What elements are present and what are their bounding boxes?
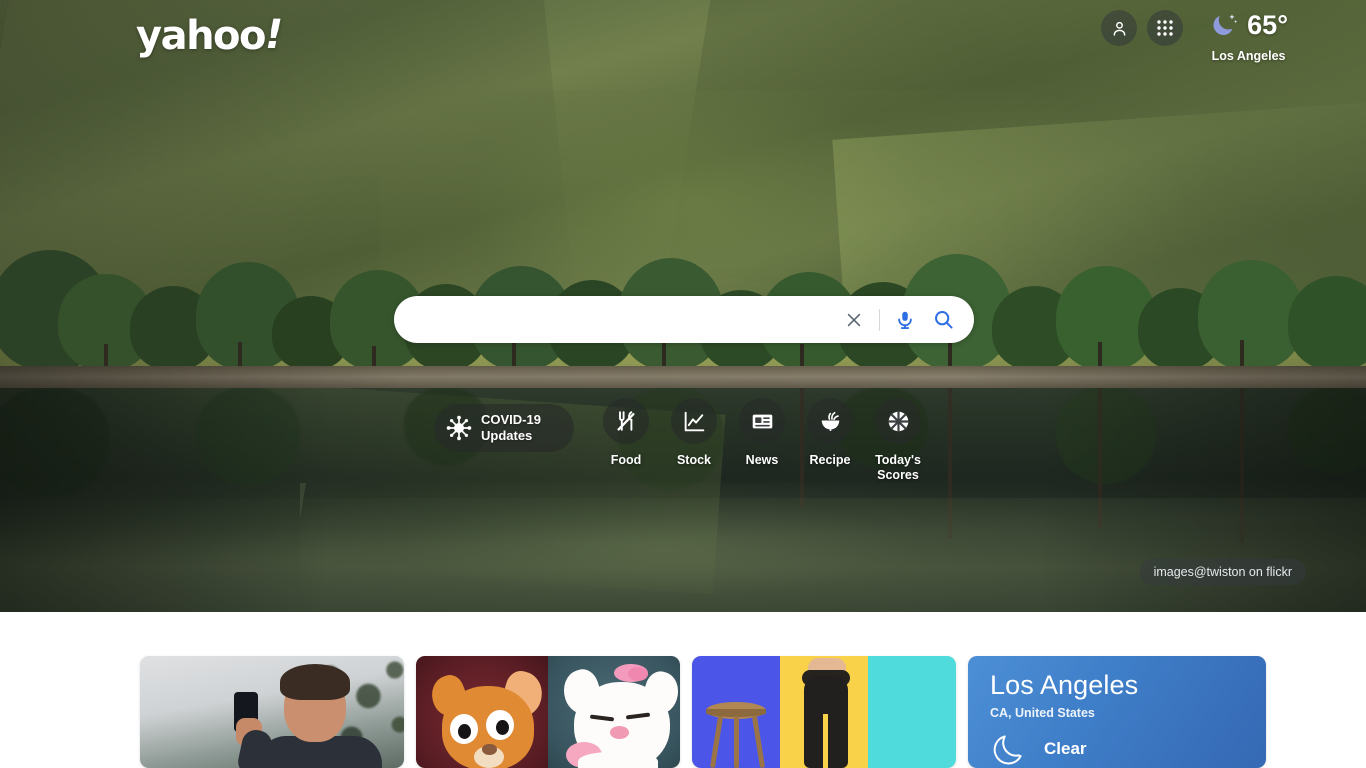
header-city: Los Angeles <box>1211 49 1286 63</box>
shortcut-covid-label: COVID-19 Updates <box>481 412 541 443</box>
white-cat-bow-knot <box>628 667 648 681</box>
shortcut-covid-updates[interactable]: COVID-19 Updates <box>434 404 574 452</box>
shortcut-food[interactable]: Food <box>592 398 660 468</box>
white-cat-nose <box>610 726 629 739</box>
weather-card-region: CA, United States <box>990 706 1095 721</box>
shortcut-recipe-label: Recipe <box>809 453 851 467</box>
white-cat-panel <box>548 656 680 768</box>
shortcut-food-circle <box>603 398 649 444</box>
shortcut-stock-circle <box>671 398 717 444</box>
profile-button[interactable] <box>1101 10 1138 46</box>
stool-panel <box>692 656 781 768</box>
shortcut-scores-circle <box>875 398 921 444</box>
magnifier-icon <box>934 311 953 329</box>
shortcut-news-circle <box>739 398 785 444</box>
apps-grid-icon <box>1157 20 1173 36</box>
apps-button[interactable] <box>1147 10 1184 46</box>
microphone-icon <box>898 311 912 329</box>
logo-wordmark: yahoo <box>136 13 267 59</box>
voice-search-button[interactable] <box>888 303 922 337</box>
line-chart-icon <box>684 411 704 431</box>
header-weather[interactable]: 65° Los Angeles <box>1209 10 1288 63</box>
image-attribution[interactable]: images@twiston on flickr <box>1139 559 1306 585</box>
orange-cat-nose <box>482 744 497 755</box>
virus-icon <box>446 415 472 441</box>
stool-leg-center <box>734 716 739 768</box>
shortcut-food-label: Food <box>610 453 642 467</box>
fork-knife-icon <box>617 411 635 431</box>
orange-cat-pupil-right <box>496 720 509 735</box>
weather-card-condition-row: Clear <box>990 730 1246 768</box>
shopping-products-card[interactable] <box>692 656 956 768</box>
news-photo-card[interactable] <box>140 656 404 768</box>
weather-card-city: Los Angeles <box>990 670 1139 700</box>
white-cat-chest <box>578 752 658 768</box>
header-actions: 65° Los Angeles <box>1101 10 1288 63</box>
search-submit-button[interactable] <box>926 303 960 337</box>
crescent-moon-icon <box>993 735 1022 765</box>
search-divider <box>879 308 880 331</box>
close-x-icon <box>847 313 861 326</box>
hair-shape <box>280 664 350 700</box>
shortcut-news[interactable]: News <box>728 398 796 468</box>
cartoon-cats-card[interactable] <box>416 656 680 768</box>
search-bar[interactable] <box>394 296 974 343</box>
weather-card[interactable]: Los Angeles CA, United States Clear <box>968 656 1266 768</box>
lake-shore <box>0 366 1366 390</box>
logo-exclamation: ! <box>265 12 283 58</box>
person-icon <box>1113 21 1126 36</box>
stool-leg-left <box>709 715 724 768</box>
shortcut-stock-label: Stock <box>676 453 712 467</box>
header-weather-top: 65° <box>1209 10 1288 40</box>
shortcut-scores-label: Today's Scores <box>875 453 921 483</box>
headphones-panel <box>868 656 956 768</box>
hero-background: yahoo! 65° Los Angeles COVID-19 Updates … <box>0 0 1366 612</box>
content-card-row: Los Angeles CA, United States Clear <box>0 656 1366 768</box>
tree-line <box>0 195 1366 370</box>
shortcut-news-label: News <box>745 453 779 467</box>
mortar-pestle-icon <box>821 411 839 431</box>
weather-card-condition: Clear <box>1044 739 1087 759</box>
orange-cat-pupil-left <box>458 724 471 739</box>
search-input[interactable] <box>394 296 837 343</box>
page-header: yahoo! 65° Los Angeles <box>0 0 1366 80</box>
clear-search-button[interactable] <box>837 303 871 337</box>
shortcut-row: COVID-19 Updates Food Stock News Recipe … <box>0 398 1366 484</box>
basketball-icon <box>887 410 909 432</box>
stool-leg-right <box>751 715 766 768</box>
header-temperature: 65° <box>1247 9 1288 40</box>
crescent-moon-stars-icon <box>1213 14 1238 35</box>
yahoo-logo[interactable]: yahoo! <box>136 12 283 59</box>
shortcut-recipe[interactable]: Recipe <box>796 398 864 468</box>
shore-shading <box>0 366 1366 390</box>
orange-cat-panel <box>416 656 548 768</box>
shortcut-todays-scores[interactable]: Today's Scores <box>864 398 932 484</box>
search-actions <box>837 303 974 337</box>
shortcut-stock[interactable]: Stock <box>660 398 728 468</box>
leggings-leg-gap <box>823 714 828 768</box>
newspaper-icon <box>752 414 772 428</box>
shortcut-recipe-circle <box>807 398 853 444</box>
